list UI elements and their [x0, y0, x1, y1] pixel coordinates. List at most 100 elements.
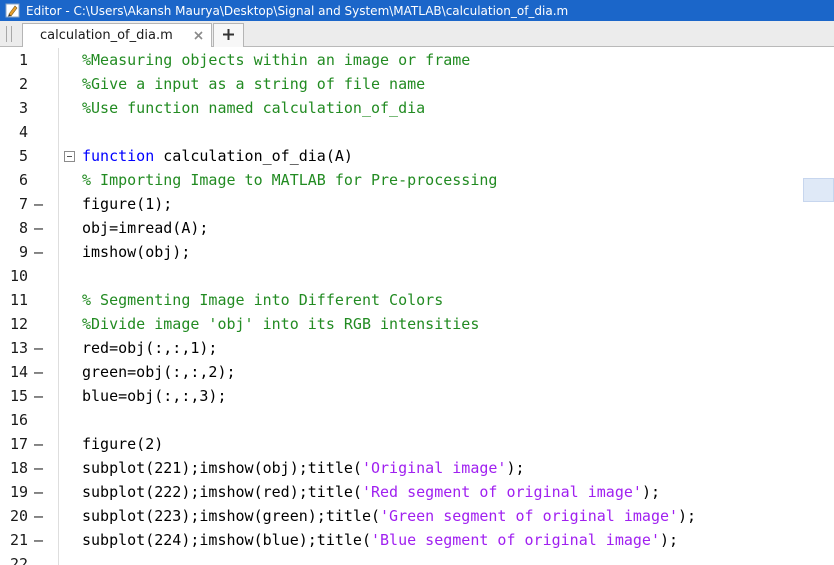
line-number: 11	[9, 291, 28, 309]
code-token: );	[506, 459, 525, 477]
breakpoint-marker[interactable]: —	[34, 336, 46, 360]
line-number: 16	[9, 411, 28, 429]
line-number: 3	[18, 99, 28, 117]
breakpoint-marker[interactable]: —	[34, 504, 46, 528]
code-line[interactable]: 19 — subplot(222);imshow(red);title('Red s…	[0, 480, 834, 504]
line-number: 17	[9, 435, 28, 453]
code-token: );	[641, 483, 660, 501]
code-token: figure(2)	[82, 435, 164, 453]
code-line[interactable]: 12 %Divide image 'obj' into its RGB inten…	[0, 312, 834, 336]
code-line[interactable]: 4	[0, 120, 834, 144]
code-text: %Give a input as a string of file name	[82, 72, 425, 96]
code-line[interactable]: 14 — green=obj(:,:,2);	[0, 360, 834, 384]
keyword-token: function	[82, 147, 155, 165]
code-text: red=obj(:,:,1);	[82, 336, 217, 360]
code-text: subplot(222);imshow(red);title('Red segm…	[82, 480, 660, 504]
code-text: subplot(223);imshow(green);title('Green …	[82, 504, 696, 528]
line-number: 21	[9, 531, 28, 549]
string-token: 'Red segment of original image'	[361, 483, 642, 501]
code-line[interactable]: 8 — obj=imread(A);	[0, 216, 834, 240]
code-line[interactable]: 2 %Give a input as a string of file name	[0, 72, 834, 96]
comment-token: %Measuring objects within an image or fr…	[82, 51, 471, 69]
code-token: subplot(223);imshow(green);title(	[82, 507, 381, 525]
comment-token: % Importing Image to MATLAB for Pre-proc…	[82, 171, 498, 189]
code-line[interactable]: 1 %Measuring objects within an image or f…	[0, 48, 834, 72]
code-line[interactable]: 16	[0, 408, 834, 432]
code-text: subplot(224);imshow(blue);title('Blue se…	[82, 528, 678, 552]
code-editor[interactable]: 1 %Measuring objects within an image or f…	[0, 48, 834, 565]
code-token: );	[678, 507, 697, 525]
line-number: 6	[18, 171, 28, 189]
code-token: blue=obj(:,:,3);	[82, 387, 227, 405]
code-token: subplot(221);imshow(obj);title(	[82, 459, 362, 477]
comment-token: %Divide image 'obj' into its RGB intensi…	[82, 315, 480, 333]
code-text: blue=obj(:,:,3);	[82, 384, 227, 408]
line-number: 22	[9, 555, 28, 565]
string-token: 'Green segment of original image'	[380, 507, 679, 525]
breakpoint-marker[interactable]: —	[34, 360, 46, 384]
comment-token: % Segmenting Image into Different Colors	[82, 291, 444, 309]
code-line[interactable]: 17 — figure(2)	[0, 432, 834, 456]
code-line[interactable]: 13 — red=obj(:,:,1);	[0, 336, 834, 360]
code-token: subplot(222);imshow(red);title(	[82, 483, 362, 501]
tab-bar: calculation_of_dia.m	[0, 21, 834, 47]
code-text: %Divide image 'obj' into its RGB intensi…	[82, 312, 479, 336]
code-line[interactable]: 15 — blue=obj(:,:,3);	[0, 384, 834, 408]
breakpoint-marker[interactable]: —	[34, 528, 46, 552]
tab-label: calculation_of_dia.m	[40, 28, 173, 43]
fold-collapse-icon[interactable]	[64, 151, 75, 162]
code-text: %Measuring objects within an image or fr…	[82, 48, 470, 72]
code-token: );	[659, 531, 679, 549]
editor-pencil-icon	[5, 3, 20, 18]
window-title: Editor - C:\Users\Akansh Maurya\Desktop\…	[26, 3, 569, 18]
code-line[interactable]: 22	[0, 552, 834, 565]
line-number: 18	[9, 459, 28, 477]
breakpoint-marker[interactable]: —	[34, 480, 46, 504]
line-number: 4	[18, 123, 28, 141]
breakpoint-marker[interactable]: —	[34, 216, 46, 240]
close-icon[interactable]	[192, 29, 205, 42]
code-text: figure(1);	[82, 192, 172, 216]
string-token: 'Original image'	[361, 459, 507, 477]
breakpoint-marker[interactable]: —	[34, 192, 46, 216]
line-number: 15	[9, 387, 28, 405]
string-token: 'Blue segment of original image'	[370, 531, 660, 549]
line-number: 7	[18, 195, 28, 213]
breakpoint-marker[interactable]: —	[34, 384, 46, 408]
code-text: obj=imread(A);	[82, 216, 208, 240]
plus-icon	[222, 26, 235, 45]
code-line[interactable]: 11 % Segmenting Image into Different Colo…	[0, 288, 834, 312]
breakpoint-marker[interactable]: —	[34, 240, 46, 264]
code-line[interactable]: 3 %Use function named calculation_of_dia	[0, 96, 834, 120]
code-line[interactable]: 20 — subplot(223);imshow(green);title('Gre…	[0, 504, 834, 528]
comment-token: %Give a input as a string of file name	[82, 75, 426, 93]
code-line[interactable]: 21 — subplot(224);imshow(blue);title('Blue…	[0, 528, 834, 552]
code-line[interactable]: 5 function calculation_of_dia(A)	[0, 144, 834, 168]
line-number: 19	[9, 483, 28, 501]
code-token: obj=imread(A);	[82, 219, 209, 237]
line-number: 13	[9, 339, 28, 357]
code-text: % Importing Image to MATLAB for Pre-proc…	[82, 168, 497, 192]
line-number: 12	[9, 315, 28, 333]
code-token: green=obj(:,:,2);	[82, 363, 236, 381]
line-number: 14	[9, 363, 28, 381]
code-token: red=obj(:,:,1);	[82, 339, 218, 357]
breakpoint-marker[interactable]: —	[34, 456, 46, 480]
breakpoint-marker[interactable]: —	[34, 432, 46, 456]
code-line[interactable]: 7 — figure(1);	[0, 192, 834, 216]
code-line[interactable]: 10	[0, 264, 834, 288]
code-token: figure(1);	[82, 195, 173, 213]
code-line[interactable]: 9 — imshow(obj);	[0, 240, 834, 264]
line-number: 8	[18, 219, 28, 237]
code-text: imshow(obj);	[82, 240, 190, 264]
line-number: 1	[18, 51, 28, 69]
code-token: calculation_of_dia(A)	[154, 147, 353, 165]
tab-bar-handle[interactable]	[6, 26, 12, 42]
add-tab-button[interactable]	[213, 23, 244, 47]
code-text: subplot(221);imshow(obj);title('Original…	[82, 456, 525, 480]
window-titlebar[interactable]: Editor - C:\Users\Akansh Maurya\Desktop\…	[0, 0, 834, 21]
code-line[interactable]: 6 % Importing Image to MATLAB for Pre-pro…	[0, 168, 834, 192]
code-text: figure(2)	[82, 432, 163, 456]
code-line[interactable]: 18 — subplot(221);imshow(obj);title('Origi…	[0, 456, 834, 480]
tab-calculation-of-dia[interactable]: calculation_of_dia.m	[22, 23, 212, 47]
